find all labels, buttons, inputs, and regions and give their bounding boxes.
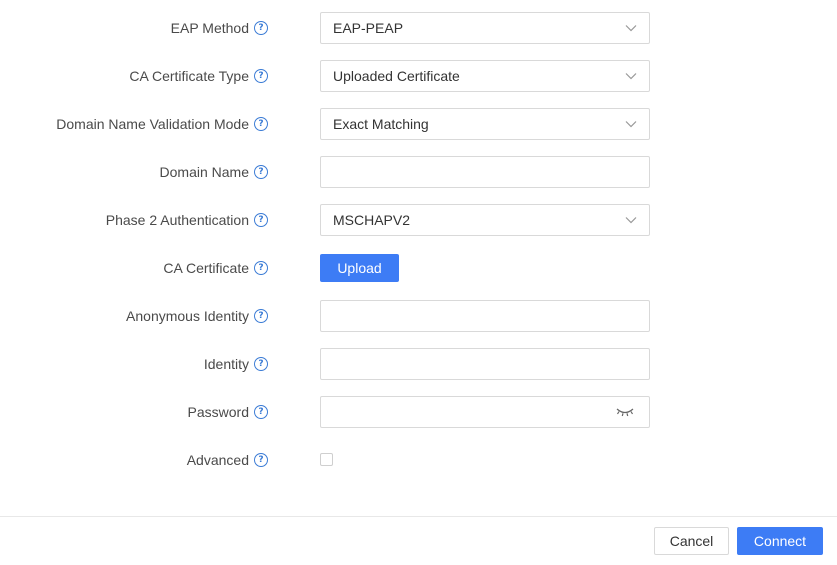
help-icon[interactable]: ?	[254, 405, 268, 419]
ca-cert-type-value: Uploaded Certificate	[333, 68, 460, 84]
advanced-label: Advanced ?	[187, 444, 268, 476]
upload-button[interactable]: Upload	[320, 254, 399, 282]
domain-validation-label-text: Domain Name Validation Mode	[56, 116, 249, 132]
help-icon[interactable]: ?	[254, 309, 268, 323]
row-domain-name: Domain Name ?	[0, 156, 837, 188]
eap-method-label-text: EAP Method	[170, 20, 249, 36]
chevron-down-icon	[625, 118, 637, 130]
help-icon[interactable]: ?	[254, 117, 268, 131]
row-phase2-auth: Phase 2 Authentication ? MSCHAPV2	[0, 204, 837, 236]
domain-name-input[interactable]	[320, 156, 650, 188]
eap-method-label: EAP Method ?	[171, 12, 268, 44]
identity-input[interactable]	[320, 348, 650, 380]
domain-name-label: Domain Name ?	[160, 156, 268, 188]
domain-validation-value: Exact Matching	[333, 116, 429, 132]
password-field	[320, 396, 650, 428]
eye-closed-icon[interactable]	[615, 405, 635, 419]
password-input[interactable]	[321, 398, 615, 426]
cancel-button[interactable]: Cancel	[654, 527, 729, 555]
password-label-text: Password	[187, 404, 249, 420]
help-icon[interactable]: ?	[254, 69, 268, 83]
advanced-checkbox[interactable]	[320, 453, 333, 466]
footer-divider	[0, 516, 837, 517]
phase2-auth-value: MSCHAPV2	[333, 212, 411, 228]
anonymous-identity-input[interactable]	[320, 300, 650, 332]
domain-validation-select[interactable]: Exact Matching	[320, 108, 650, 140]
chevron-down-icon	[625, 214, 637, 226]
ca-cert-type-label: CA Certificate Type ?	[129, 60, 268, 92]
ca-cert-type-select[interactable]: Uploaded Certificate	[320, 60, 650, 92]
advanced-label-text: Advanced	[186, 452, 249, 468]
help-icon[interactable]: ?	[254, 261, 268, 275]
wifi-eap-config-form: EAP Method ? EAP-PEAP CA Certificate Typ…	[0, 0, 837, 565]
chevron-down-icon	[625, 22, 637, 34]
row-ca-cert: CA Certificate ? Upload	[0, 252, 837, 284]
phase2-auth-label: Phase 2 Authentication ?	[106, 204, 268, 236]
phase2-auth-label-text: Phase 2 Authentication	[105, 212, 249, 228]
row-anonymous-identity: Anonymous Identity ?	[0, 300, 837, 332]
help-icon[interactable]: ?	[254, 21, 268, 35]
chevron-down-icon	[625, 70, 637, 82]
help-icon[interactable]: ?	[254, 357, 268, 371]
help-icon[interactable]: ?	[254, 165, 268, 179]
anonymous-identity-label: Anonymous Identity ?	[126, 300, 268, 332]
row-advanced: Advanced ?	[0, 444, 837, 476]
ca-cert-label-text: CA Certificate	[163, 260, 249, 276]
anonymous-identity-label-text: Anonymous Identity	[126, 308, 249, 324]
eap-method-select[interactable]: EAP-PEAP	[320, 12, 650, 44]
ca-cert-type-label-text: CA Certificate Type	[129, 68, 249, 84]
row-password: Password ?	[0, 396, 837, 428]
identity-label-text: Identity	[203, 356, 249, 372]
phase2-auth-select[interactable]: MSCHAPV2	[320, 204, 650, 236]
eap-method-value: EAP-PEAP	[333, 20, 404, 36]
connect-button[interactable]: Connect	[737, 527, 823, 555]
domain-name-label-text: Domain Name	[159, 164, 249, 180]
row-identity: Identity ?	[0, 348, 837, 380]
domain-validation-label: Domain Name Validation Mode ?	[56, 108, 268, 140]
row-ca-cert-type: CA Certificate Type ? Uploaded Certifica…	[0, 60, 837, 92]
identity-label: Identity ?	[204, 348, 268, 380]
help-icon[interactable]: ?	[254, 453, 268, 467]
row-domain-validation: Domain Name Validation Mode ? Exact Matc…	[0, 108, 837, 140]
password-label: Password ?	[188, 396, 268, 428]
row-eap-method: EAP Method ? EAP-PEAP	[0, 12, 837, 44]
help-icon[interactable]: ?	[254, 213, 268, 227]
ca-cert-label: CA Certificate ?	[163, 252, 268, 284]
